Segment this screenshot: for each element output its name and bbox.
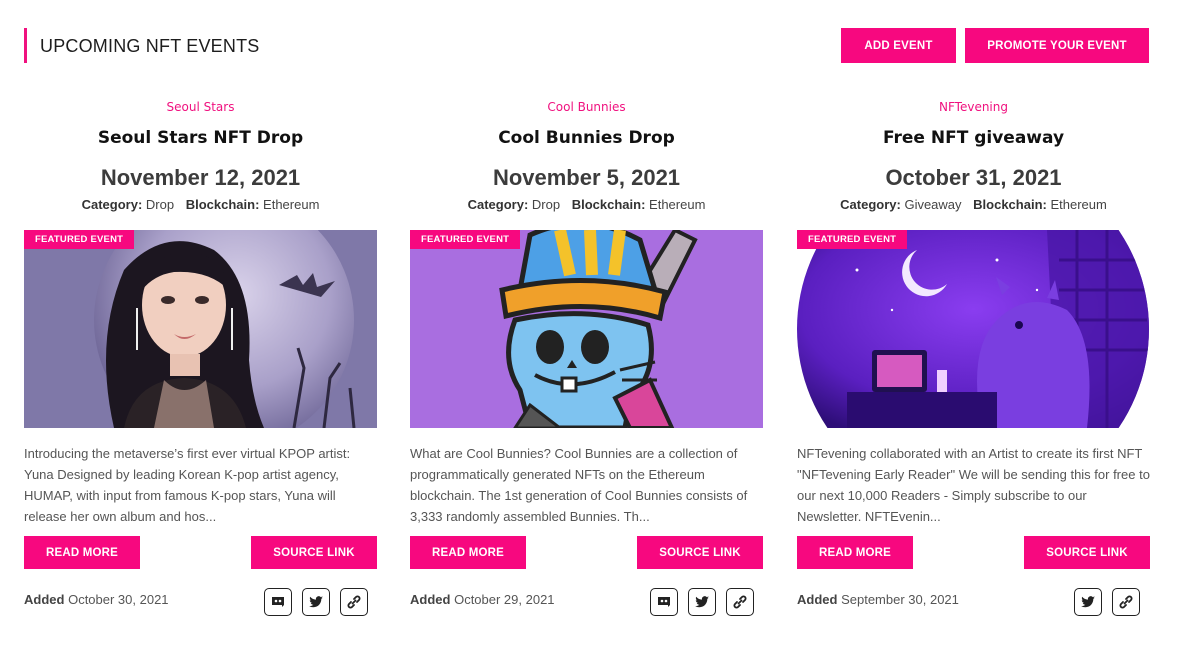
kpop-avatar-illustration: [24, 230, 377, 428]
event-description: What are Cool Bunnies? Cool Bunnies are …: [410, 446, 748, 524]
twitter-icon[interactable]: [302, 588, 330, 616]
category-value: Drop: [145, 197, 175, 212]
category-label: Category:: [840, 197, 901, 212]
page-title: UPCOMING NFT EVENTS: [40, 36, 260, 56]
event-card: NFTevening Free NFT giveaway October 31,…: [797, 100, 1150, 616]
blockchain-label: Blockchain:: [185, 197, 260, 212]
featured-badge: FEATURED EVENT: [410, 230, 521, 249]
category-value: Drop: [531, 197, 561, 212]
event-meta: Category: Drop Blockchain: Ethereum: [24, 197, 377, 215]
add-event-button[interactable]: ADD EVENT: [841, 28, 956, 63]
twitter-icon[interactable]: [688, 588, 716, 616]
event-card: Cool Bunnies Cool Bunnies Drop November …: [410, 100, 763, 616]
added-label: Added: [797, 592, 838, 607]
twitter-icon[interactable]: [1074, 588, 1102, 616]
category-label: Category:: [467, 197, 529, 212]
blockchain-value: Ethereum: [1050, 197, 1107, 212]
discord-icon[interactable]: [264, 588, 292, 616]
category-label: Category:: [81, 197, 143, 212]
read-more-button[interactable]: READ MORE: [410, 536, 526, 569]
read-more-button[interactable]: READ MORE: [24, 536, 140, 569]
event-description: Introducing the metaverse’s first ever v…: [24, 446, 351, 524]
added-value: October 29, 2021: [454, 592, 555, 607]
event-organizer[interactable]: Seoul Stars: [24, 100, 377, 116]
featured-badge: FEATURED EVENT: [797, 230, 908, 249]
event-organizer[interactable]: Cool Bunnies: [410, 100, 763, 116]
event-meta: Category: Giveaway Blockchain: Ethereum: [797, 197, 1150, 215]
event-card: Seoul Stars Seoul Stars NFT Drop Novembe…: [24, 100, 377, 616]
added-date: Added October 30, 2021: [24, 592, 169, 607]
added-value: October 30, 2021: [68, 592, 169, 607]
event-description: NFTevening collaborated with an Artist t…: [797, 446, 1150, 524]
link-icon[interactable]: [1112, 588, 1140, 616]
source-link-button[interactable]: SOURCE LINK: [1024, 536, 1150, 569]
night-reader-illustration: [797, 230, 1150, 428]
blockchain-label: Blockchain:: [973, 197, 1047, 212]
event-date: November 12, 2021: [100, 165, 301, 190]
featured-badge: FEATURED EVENT: [24, 230, 135, 249]
event-image[interactable]: FEATURED EVENT: [24, 230, 377, 428]
header-accent-bar: [24, 28, 27, 63]
blockchain-value: Ethereum: [649, 197, 706, 212]
blockchain-value: Ethereum: [263, 197, 320, 212]
promote-event-button[interactable]: PROMOTE YOUR EVENT: [965, 28, 1149, 63]
event-image[interactable]: FEATURED EVENT: [410, 230, 763, 428]
added-value: September 30, 2021: [841, 592, 959, 607]
event-date: October 31, 2021: [885, 165, 1062, 190]
social-links: [650, 588, 754, 616]
event-meta: Category: Drop Blockchain: Ethereum: [410, 197, 763, 215]
link-icon[interactable]: [340, 588, 368, 616]
cool-bunny-illustration: [410, 230, 763, 428]
added-date: Added October 29, 2021: [410, 592, 555, 607]
event-title[interactable]: Seoul Stars NFT Drop: [24, 128, 377, 150]
added-label: Added: [24, 592, 65, 607]
event-image[interactable]: FEATURED EVENT: [797, 230, 1150, 428]
social-links: [1074, 588, 1140, 616]
blockchain-label: Blockchain:: [571, 197, 646, 212]
link-icon[interactable]: [726, 588, 754, 616]
social-links: [264, 588, 368, 616]
read-more-button[interactable]: READ MORE: [797, 536, 913, 569]
source-link-button[interactable]: SOURCE LINK: [251, 536, 377, 569]
added-label: Added: [410, 592, 451, 607]
source-link-button[interactable]: SOURCE LINK: [637, 536, 763, 569]
added-date: Added September 30, 2021: [797, 592, 959, 607]
section-header: UPCOMING NFT EVENTS ADD EVENT PROMOTE YO…: [24, 28, 1149, 64]
event-organizer[interactable]: NFTevening: [797, 100, 1150, 116]
event-date: November 5, 2021: [492, 165, 681, 190]
discord-icon[interactable]: [650, 588, 678, 616]
category-value: Giveaway: [904, 197, 962, 212]
event-title[interactable]: Free NFT giveaway: [797, 128, 1150, 150]
event-title[interactable]: Cool Bunnies Drop: [410, 128, 763, 150]
header-actions: ADD EVENT PROMOTE YOUR EVENT: [841, 28, 1149, 63]
